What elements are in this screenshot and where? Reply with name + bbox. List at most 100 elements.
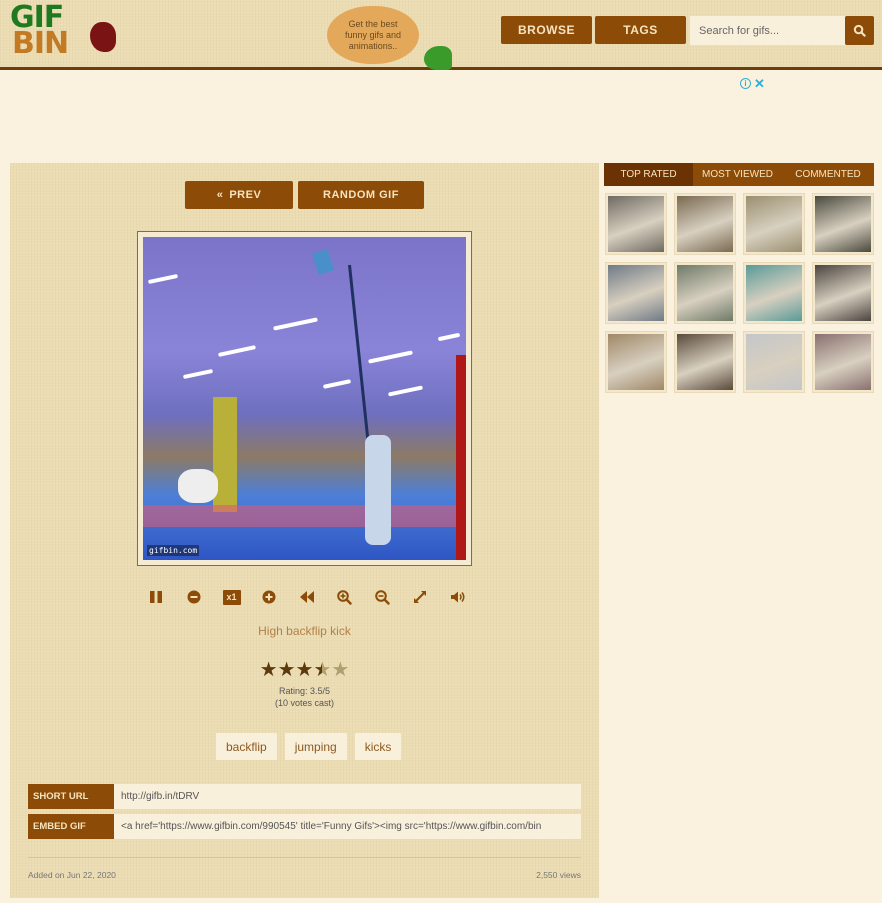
ceiling-light <box>182 368 214 380</box>
star-icon[interactable]: ★ <box>278 660 296 680</box>
volume-button[interactable] <box>449 588 467 606</box>
expand-icon <box>414 591 427 603</box>
ceiling-light <box>217 345 257 357</box>
embed-row: EMBED GIF <a href='https://www.gifbin.co… <box>28 814 581 839</box>
ad-controls: i ✕ <box>740 77 765 90</box>
tag-list: backflip jumping kicks <box>216 733 402 760</box>
speed-indicator[interactable]: x1 <box>222 588 241 606</box>
star-empty-icon[interactable]: ★ <box>331 660 349 680</box>
star-rating[interactable]: ★ ★ ★ ★ ★ <box>10 660 599 680</box>
search-button[interactable] <box>845 16 874 45</box>
thumbnail-link[interactable] <box>743 193 805 255</box>
tagline-text: Get the best funny gifs and animations.. <box>344 18 402 51</box>
athlete-figure <box>178 469 218 503</box>
faster-button[interactable] <box>260 588 278 606</box>
pause-icon <box>150 591 162 603</box>
zoom-in-button[interactable] <box>336 588 354 606</box>
tagline-cloud: Get the best funny gifs and animations.. <box>327 6 419 64</box>
ceiling-light <box>322 379 352 389</box>
gif-frame: gifbin.com <box>137 231 472 566</box>
ad-close-icon[interactable]: ✕ <box>754 77 765 90</box>
tab-top-rated[interactable]: TOP RATED <box>604 163 693 186</box>
plus-circle-icon <box>262 590 276 604</box>
sidebar-tabs: TOP RATED MOST VIEWED COMMENTED <box>604 163 874 186</box>
minus-circle-icon <box>187 590 201 604</box>
speed-badge: x1 <box>222 589 241 605</box>
fullscreen-button[interactable] <box>411 588 429 606</box>
tab-commented[interactable]: COMMENTED <box>782 163 874 186</box>
random-gif-button[interactable]: RANDOM GIF <box>298 181 424 209</box>
gif-watermark: gifbin.com <box>147 545 200 556</box>
thumbnail-grid <box>605 193 874 393</box>
tab-most-viewed[interactable]: MOST VIEWED <box>693 163 782 186</box>
prev-label: PREV <box>229 189 262 201</box>
ceiling-light <box>273 317 318 331</box>
tags-button[interactable]: TAGS <box>595 16 686 44</box>
site-header: GIF BIN Get the best funny gifs and anim… <box>0 0 882 70</box>
embed-code-field[interactable]: <a href='https://www.gifbin.com/990545' … <box>114 814 581 839</box>
thumbnail-link[interactable] <box>674 331 736 393</box>
thumbnail-link[interactable] <box>605 193 667 255</box>
rating-votes: (10 votes cast) <box>274 698 335 708</box>
ad-info-icon[interactable]: i <box>740 78 751 89</box>
thumbnail-link[interactable] <box>743 331 805 393</box>
ceiling-light <box>368 350 413 364</box>
zoom-in-icon <box>337 589 352 605</box>
kick-target <box>311 249 335 275</box>
zoom-out-icon <box>375 589 390 605</box>
thumbnail-link[interactable] <box>605 331 667 393</box>
thumbnail-image <box>746 196 802 252</box>
reverse-button[interactable] <box>298 588 316 606</box>
thumbnail-image <box>608 334 664 390</box>
short-url-label: SHORT URL <box>28 784 114 809</box>
squirrel-logo-icon <box>90 22 116 52</box>
star-icon[interactable]: ★ <box>296 660 314 680</box>
thumbnail-link[interactable] <box>743 262 805 324</box>
star-icon[interactable]: ★ <box>260 660 278 680</box>
prev-button[interactable]: « PREV <box>185 181 293 209</box>
thumbnail-link[interactable] <box>812 262 874 324</box>
gif-controls: x1 <box>147 588 467 606</box>
thumbnail-link[interactable] <box>812 193 874 255</box>
thumbnail-image <box>815 265 871 321</box>
thumbnail-image <box>677 265 733 321</box>
squirrel-mascot-icon <box>424 46 452 70</box>
thumbnail-link[interactable] <box>674 193 736 255</box>
zoom-out-button[interactable] <box>374 588 392 606</box>
short-url-field[interactable]: http://gifb.in/tDRV <box>114 784 581 809</box>
gif-navigation: « PREV RANDOM GIF <box>185 181 424 209</box>
site-logo[interactable]: GIF BIN <box>8 0 118 62</box>
thumbnail-image <box>815 196 871 252</box>
logo-text-bin: BIN <box>12 26 69 61</box>
browse-button[interactable]: BROWSE <box>501 16 592 44</box>
star-half-icon[interactable]: ★ <box>313 660 331 680</box>
gif-title: High backflip kick <box>258 624 351 638</box>
ceiling-light <box>437 332 461 342</box>
divider <box>28 857 581 858</box>
tag-link[interactable]: backflip <box>216 733 277 760</box>
thumbnail-image <box>608 265 664 321</box>
thumbnail-image <box>677 334 733 390</box>
thumbnail-link[interactable] <box>812 331 874 393</box>
thumbnail-image <box>746 265 802 321</box>
search-input[interactable] <box>690 16 845 45</box>
thumbnail-image <box>815 334 871 390</box>
ceiling-light <box>147 273 179 285</box>
tag-link[interactable]: jumping <box>284 733 347 760</box>
gif-panel: « PREV RANDOM GIF gifbin.com x1 High bac… <box>10 163 599 898</box>
thumbnail-link[interactable] <box>605 262 667 324</box>
slower-button[interactable] <box>185 588 203 606</box>
red-mat <box>143 505 466 527</box>
thumbnail-image <box>677 196 733 252</box>
added-date: Added on Jun 22, 2020 <box>28 870 116 880</box>
embed-label: EMBED GIF <box>28 814 114 839</box>
thumbnail-image <box>608 196 664 252</box>
thumbnail-image <box>746 334 802 390</box>
red-pad <box>456 355 466 560</box>
ad-area: i ✕ <box>0 73 882 163</box>
pause-button[interactable] <box>147 588 165 606</box>
thumbnail-link[interactable] <box>674 262 736 324</box>
volume-icon <box>451 591 465 603</box>
tag-link[interactable]: kicks <box>354 733 402 760</box>
gif-image[interactable]: gifbin.com <box>143 237 466 560</box>
